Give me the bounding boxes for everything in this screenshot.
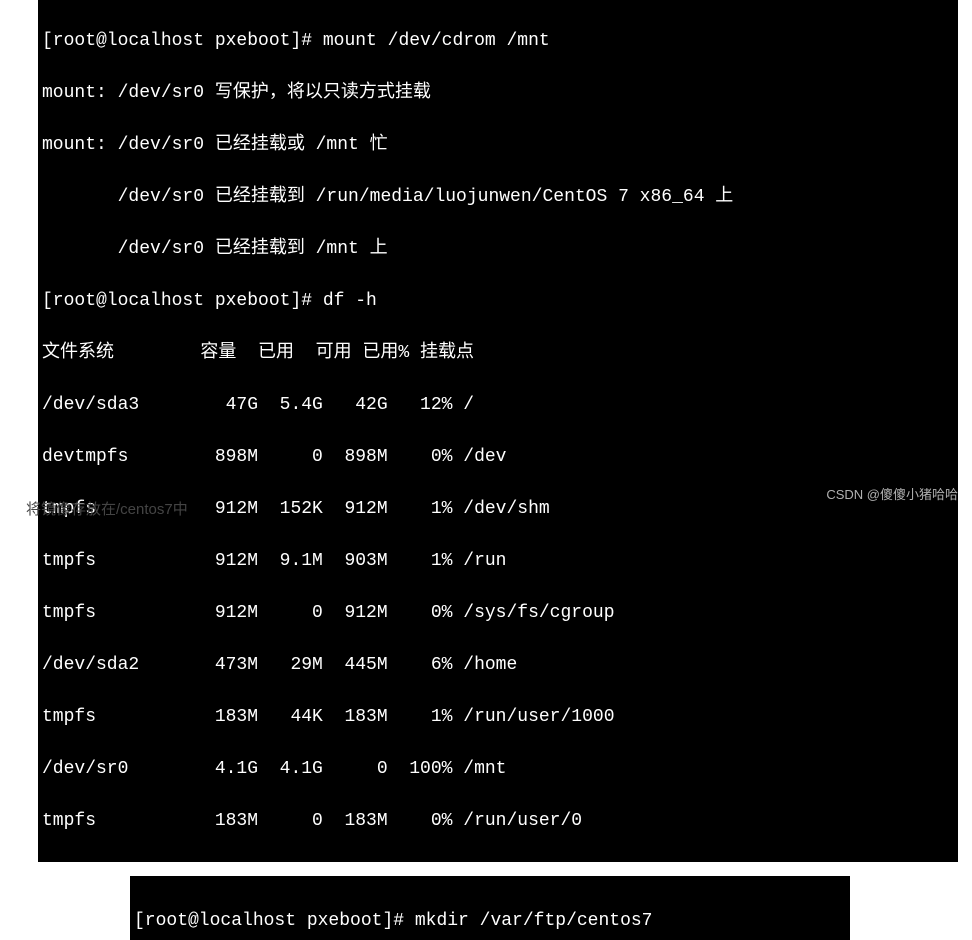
terminal-line: tmpfs 183M 0 183M 0% /run/user/0 bbox=[42, 808, 954, 834]
terminal-line: devtmpfs 898M 0 898M 0% /dev bbox=[42, 444, 954, 470]
terminal-secondary[interactable]: [root@localhost pxeboot]# mkdir /var/ftp… bbox=[130, 876, 850, 940]
terminal-line: mount: /dev/sr0 已经挂载或 /mnt 忙 bbox=[42, 132, 954, 158]
terminal-line: tmpfs 912M 9.1M 903M 1% /run bbox=[42, 548, 954, 574]
caption-text: 将镜像存放在/centos7中 bbox=[26, 498, 188, 519]
terminal-line: [root@localhost pxeboot]# df -h bbox=[42, 288, 954, 314]
watermark-text: CSDN @傻傻小猪哈哈 bbox=[826, 484, 958, 503]
terminal-line: [root@localhost pxeboot]# mount /dev/cdr… bbox=[42, 28, 954, 54]
terminal-line: /dev/sda3 47G 5.4G 42G 12% / bbox=[42, 392, 954, 418]
terminal-line: /dev/sr0 4.1G 4.1G 0 100% /mnt bbox=[42, 756, 954, 782]
terminal-line: tmpfs 912M 0 912M 0% /sys/fs/cgroup bbox=[42, 600, 954, 626]
terminal-line: /dev/sda2 473M 29M 445M 6% /home bbox=[42, 652, 954, 678]
terminal-main[interactable]: [root@localhost pxeboot]# mount /dev/cdr… bbox=[38, 0, 958, 862]
terminal-line: mount: /dev/sr0 写保护，将以只读方式挂载 bbox=[42, 80, 954, 106]
terminal-line: 文件系统 容量 已用 可用 已用% 挂载点 bbox=[42, 340, 954, 366]
terminal-line: [root@localhost pxeboot]# mkdir /var/ftp… bbox=[134, 911, 652, 931]
terminal-line: /dev/sr0 已经挂载到 /run/media/luojunwen/Cent… bbox=[42, 184, 954, 210]
terminal-line: /dev/sr0 已经挂载到 /mnt 上 bbox=[42, 236, 954, 262]
terminal-line: tmpfs 183M 44K 183M 1% /run/user/1000 bbox=[42, 704, 954, 730]
